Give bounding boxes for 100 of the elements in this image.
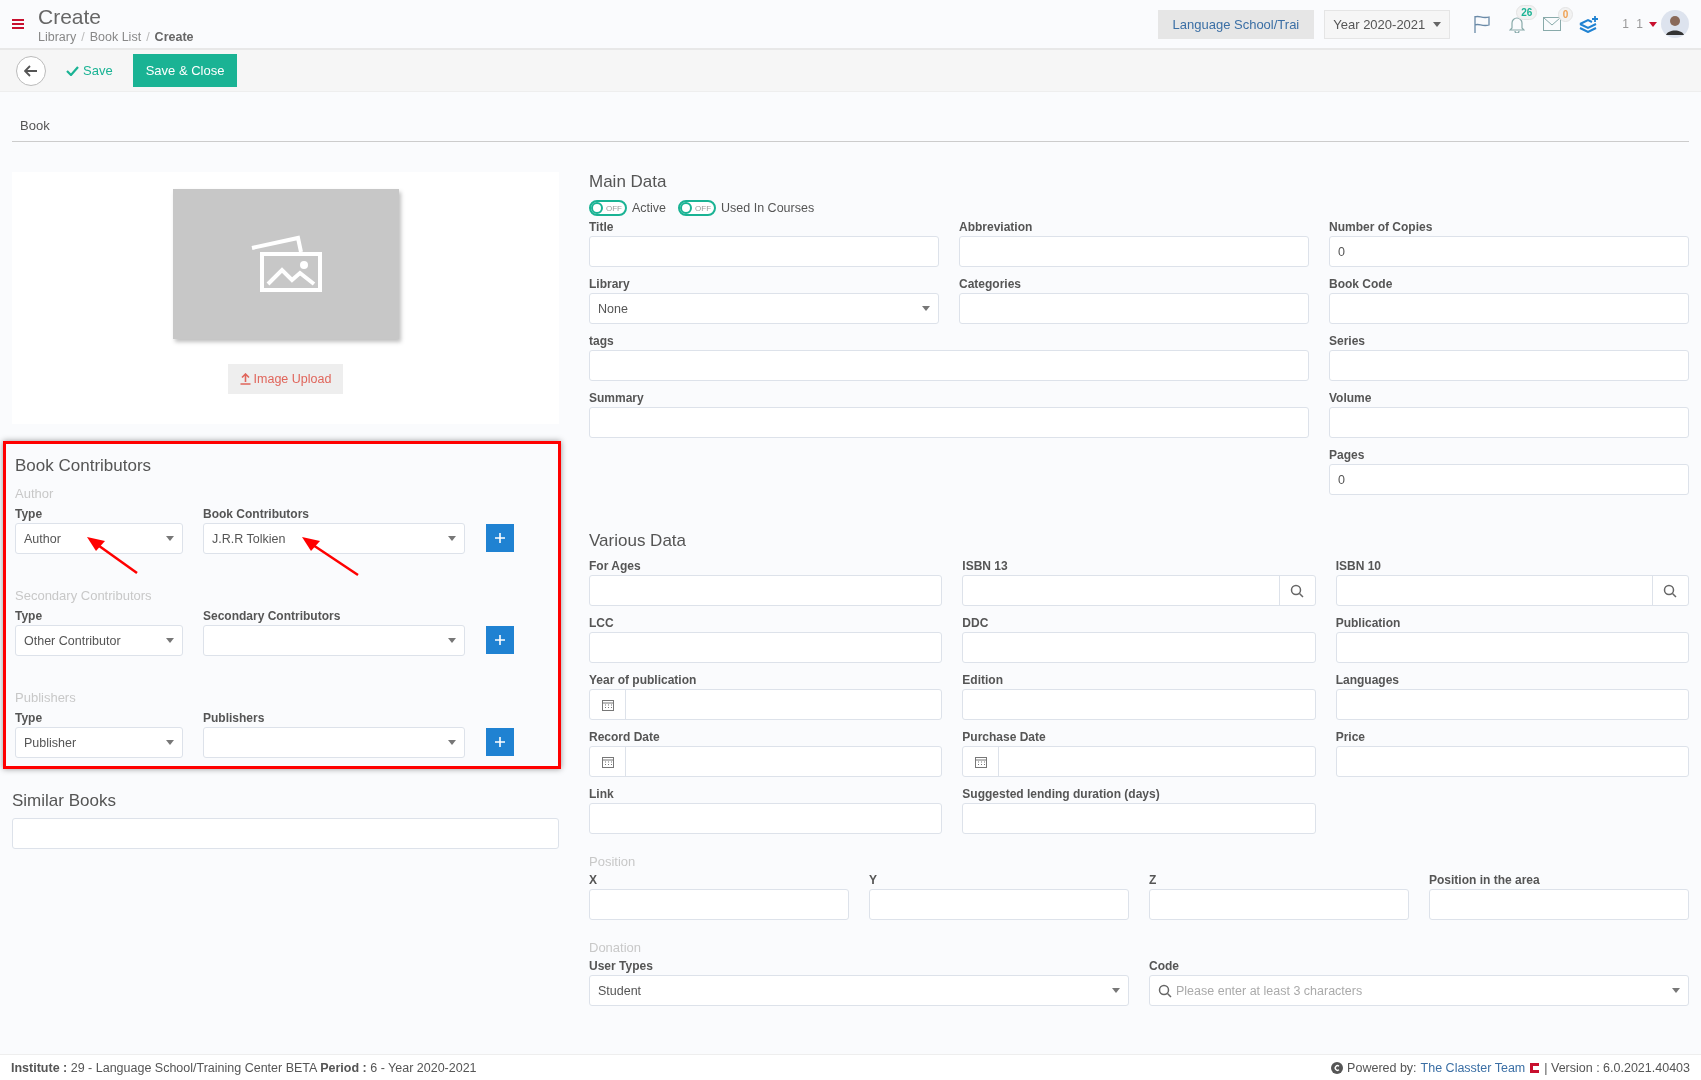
select-field[interactable]	[203, 727, 465, 758]
search-icon	[1158, 983, 1172, 998]
breadcrumb-item[interactable]: Book List	[89, 30, 142, 44]
field-label: X	[589, 872, 598, 889]
field-label: Summary	[589, 390, 645, 407]
copyright-icon	[1331, 1061, 1344, 1074]
field-label: Secondary Contributors	[203, 608, 342, 625]
add-button[interactable]	[486, 626, 514, 654]
field-label: Volume	[1329, 390, 1373, 407]
toggle-switch[interactable]: OFF	[678, 200, 717, 216]
upload-icon	[239, 373, 251, 385]
page-title: Create	[38, 4, 103, 30]
input-field[interactable]	[589, 803, 943, 834]
footer-info: Institute : 29 - Language School/Training Center BETA Period : 6 - Year 2020-2021	[11, 1060, 477, 1075]
plus-icon	[495, 533, 505, 543]
avatar-icon[interactable]	[1661, 10, 1689, 38]
calendar-icon	[601, 755, 614, 768]
input-field[interactable]	[1335, 575, 1689, 606]
input-field[interactable]	[962, 632, 1316, 663]
flag-icon[interactable]	[1473, 15, 1492, 33]
select-field[interactable]: Publisher	[15, 727, 183, 758]
envelope-icon[interactable]	[1543, 17, 1562, 31]
select-field[interactable]: Other Contributor	[15, 625, 183, 656]
add-button[interactable]	[486, 728, 514, 756]
toggle-label: Active	[632, 201, 667, 215]
plus-icon	[495, 737, 505, 747]
breadcrumb-item: Create	[154, 30, 194, 44]
select-field[interactable]: Author	[15, 523, 183, 554]
calendar-icon	[601, 698, 614, 711]
tab[interactable]: Book	[20, 118, 50, 133]
select-field[interactable]: Student	[589, 975, 1129, 1006]
field-label: Book Contributors	[203, 506, 310, 523]
input-field[interactable]	[962, 575, 1316, 606]
toggle-label: Used In Courses	[721, 201, 815, 215]
notification-badge: 26	[1516, 5, 1538, 20]
search-icon	[1663, 583, 1678, 598]
input-field[interactable]	[1335, 746, 1689, 777]
date-field[interactable]	[962, 746, 1316, 777]
field-label: Abbreviation	[959, 219, 1034, 236]
breadcrumb-item[interactable]: Library	[38, 30, 77, 44]
check-icon	[66, 65, 79, 76]
image-upload-button[interactable]: Image Upload	[227, 364, 344, 394]
menu-icon[interactable]	[12, 19, 24, 29]
input-field[interactable]	[1329, 350, 1689, 381]
field-label: Purchase Date	[962, 729, 1047, 746]
input-field[interactable]	[589, 632, 943, 663]
breadcrumb-separator: /	[81, 30, 85, 44]
input-field[interactable]	[962, 803, 1316, 834]
input-field[interactable]: 0	[1329, 464, 1689, 495]
caret-icon[interactable]	[1649, 21, 1657, 27]
bell-icon[interactable]	[1509, 15, 1526, 33]
field-label: Position in the area	[1429, 872, 1541, 889]
field-label: Edition	[962, 672, 1004, 689]
field-label: LCC	[589, 615, 615, 632]
select-field[interactable]	[203, 625, 465, 656]
field-label: Type	[15, 506, 44, 523]
input-field[interactable]	[589, 889, 849, 920]
field-label: Suggested lending duration (days)	[962, 786, 1161, 803]
input-field[interactable]	[959, 236, 1309, 267]
input-field[interactable]	[962, 689, 1316, 720]
field-label: Z	[1149, 872, 1158, 889]
field-label: Record Date	[589, 729, 661, 746]
breadcrumb-separator: /	[146, 30, 150, 44]
add-button[interactable]	[486, 524, 514, 552]
field-label: Pages	[1329, 447, 1366, 464]
back-arrow-icon	[24, 64, 38, 77]
input-field[interactable]: 0	[1329, 236, 1689, 267]
input-field[interactable]	[589, 350, 1309, 381]
year-dropdown[interactable]: Year 2020-2021	[1324, 9, 1451, 39]
school-selector[interactable]: Language School/Trai	[1157, 9, 1315, 39]
input-field[interactable]	[589, 236, 939, 267]
field-label: Number of Copies	[1329, 219, 1434, 236]
team-link[interactable]: The Classter Team	[1420, 1060, 1526, 1075]
input-field[interactable]	[1429, 889, 1689, 920]
input-field[interactable]	[1149, 889, 1409, 920]
date-field[interactable]	[589, 746, 943, 777]
date-field[interactable]	[589, 689, 943, 720]
select-field[interactable]: J.R.R Tolkien	[203, 523, 465, 554]
toggle-switch[interactable]: OFF	[589, 200, 627, 216]
layers-plus-icon[interactable]	[1579, 15, 1600, 33]
input-field[interactable]	[869, 889, 1129, 920]
input-field[interactable]	[959, 293, 1309, 324]
field-label: Y	[869, 872, 878, 889]
input-field[interactable]	[1335, 632, 1689, 663]
field-label: Publication	[1335, 615, 1402, 632]
select-field[interactable]: None	[589, 293, 939, 324]
field-label: ISBN 10	[1335, 558, 1382, 575]
field-label: ISBN 13	[962, 558, 1009, 575]
input-field[interactable]	[589, 575, 943, 606]
field-label: Type	[15, 608, 44, 625]
plus-icon	[495, 635, 505, 645]
input-field[interactable]	[1329, 407, 1689, 438]
message-badge: 0	[1557, 7, 1574, 22]
back-button[interactable]	[16, 55, 46, 86]
input-field[interactable]	[1335, 689, 1689, 720]
input-field[interactable]	[12, 818, 559, 849]
field-label: Price	[1335, 729, 1366, 746]
input-field[interactable]	[1329, 293, 1689, 324]
input-field[interactable]	[589, 407, 1309, 438]
section-title: Book Contributors	[15, 456, 153, 476]
